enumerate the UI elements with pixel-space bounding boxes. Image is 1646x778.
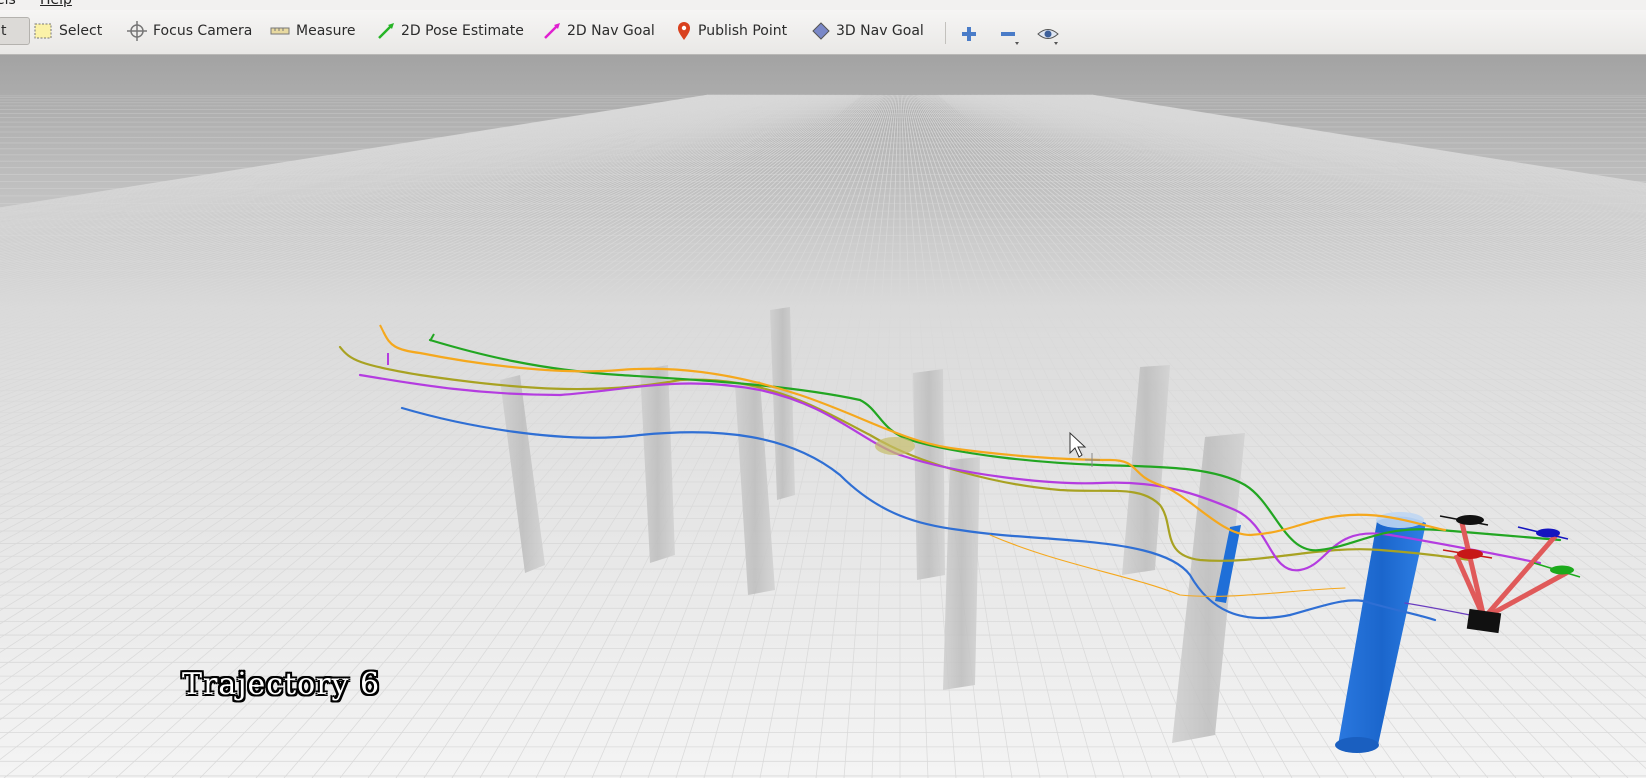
pillar	[913, 369, 945, 580]
3d-viewport[interactable]: Trajectory 6	[0, 55, 1646, 778]
tool-bar: t Select Focus Camera Measure 2D Pose Es…	[0, 10, 1646, 55]
nav-goal-tool-label: 2D Nav Goal	[567, 23, 655, 39]
pose-estimate-tool-button[interactable]: 2D Pose Estimate	[377, 17, 524, 45]
trajectory-overlay-label: Trajectory 6	[182, 667, 381, 702]
minus-icon	[1001, 32, 1019, 45]
remove-tool-button[interactable]	[995, 22, 1021, 46]
publish-point-tool-button[interactable]: Publish Point	[676, 17, 787, 45]
measure-tool-button[interactable]: Measure	[270, 17, 356, 45]
pose-estimate-tool-label: 2D Pose Estimate	[401, 23, 524, 39]
select-box-icon	[34, 23, 52, 39]
interact-tool-label: t	[1, 23, 7, 39]
select-tool-button[interactable]: Select	[34, 17, 102, 45]
select-tool-label: Select	[59, 23, 103, 39]
measure-tool-label: Measure	[296, 23, 356, 39]
menu-item-help[interactable]: Help	[40, 0, 72, 8]
focus-camera-tool-button[interactable]: Focus Camera	[127, 17, 252, 45]
add-tool-button[interactable]	[956, 22, 982, 46]
waypoint-marker	[875, 437, 915, 455]
menu-bar: els Help	[0, 0, 1646, 10]
magenta-arrow-icon	[544, 23, 560, 39]
crosshair-icon	[127, 21, 147, 41]
publish-point-tool-label: Publish Point	[698, 23, 788, 39]
ruler-icon	[270, 27, 290, 35]
diamond-icon	[812, 22, 830, 40]
panels-visibility-button[interactable]	[1035, 22, 1061, 46]
interact-tool-button[interactable]: t	[0, 17, 30, 45]
plus-icon	[962, 27, 976, 41]
nav-goal-3d-tool-label: 3D Nav Goal	[836, 23, 924, 39]
nav-goal-tool-button[interactable]: 2D Nav Goal	[543, 17, 655, 45]
focus-camera-tool-label: Focus Camera	[153, 23, 253, 39]
map-pin-icon	[678, 22, 690, 40]
nav-goal-3d-tool-button[interactable]: 3D Nav Goal	[812, 17, 924, 45]
eye-icon	[1037, 29, 1059, 45]
menu-item-tools[interactable]: els	[0, 0, 16, 8]
green-arrow-icon	[378, 23, 394, 39]
toolbar-separator	[945, 22, 946, 44]
